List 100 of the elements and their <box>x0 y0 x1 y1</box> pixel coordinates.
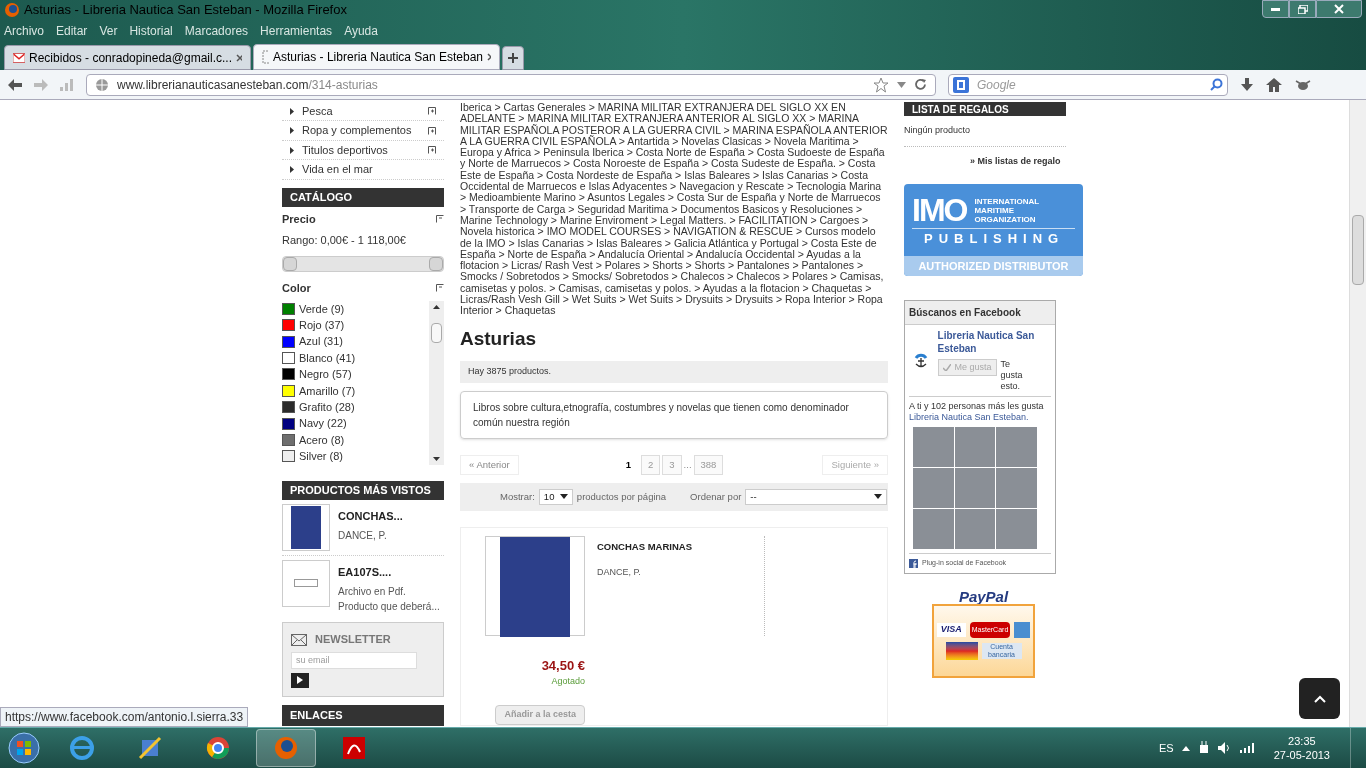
category-link[interactable]: Pesca <box>282 102 444 122</box>
menu-item[interactable]: Historial <box>129 22 173 40</box>
book-cover[interactable] <box>485 535 585 636</box>
menu-item[interactable]: Archivo <box>4 22 44 40</box>
url-host: www.librerianauticasanesteban.com <box>117 77 309 92</box>
close-button[interactable] <box>1316 0 1362 18</box>
collapse-icon[interactable] <box>436 284 444 293</box>
signal-bars-icon[interactable] <box>1239 743 1254 753</box>
facebook-logo-icon[interactable] <box>909 558 918 568</box>
previous-link[interactable]: « Anterior <box>460 454 519 475</box>
color-option[interactable]: Amarillo (7) <box>299 382 356 400</box>
menu-item[interactable]: Herramientas <box>260 22 333 40</box>
product-thumbnail[interactable] <box>282 503 330 551</box>
reload-icon[interactable] <box>914 78 927 91</box>
restore-button[interactable] <box>1289 0 1316 18</box>
search-engine-logo-icon[interactable] <box>953 76 969 93</box>
search-field[interactable]: Google <box>948 73 1228 96</box>
menu-item[interactable]: Marcadores <box>184 22 249 40</box>
triangle-icon[interactable] <box>1181 745 1190 751</box>
color-swatch[interactable] <box>282 401 295 414</box>
color-option[interactable]: Navy (22) <box>299 415 347 432</box>
sort-select[interactable]: -- <box>745 488 888 505</box>
search-icon[interactable] <box>1210 78 1223 91</box>
slider-handle[interactable] <box>429 257 443 272</box>
product-title[interactable]: EA107S.... <box>338 563 444 581</box>
download-arrow-icon[interactable] <box>1240 77 1254 92</box>
dropdown-caret-icon[interactable] <box>897 81 906 88</box>
minimize-button[interactable] <box>1262 0 1289 18</box>
color-swatch[interactable] <box>282 434 295 446</box>
show-label: Mostrar: <box>500 489 535 504</box>
home-icon[interactable] <box>1266 77 1282 92</box>
color-option[interactable]: Acero (8) <box>299 431 345 449</box>
color-swatch[interactable] <box>282 335 295 348</box>
down-arrow-icon[interactable] <box>433 456 440 461</box>
color-swatch[interactable] <box>282 319 295 332</box>
color-option[interactable]: Negro (57) <box>299 366 352 383</box>
chrome-icon <box>204 734 232 762</box>
scrollbar[interactable] <box>429 300 444 465</box>
color-option[interactable]: Azul (31) <box>299 333 344 350</box>
language-indicator[interactable]: ES <box>1159 739 1174 757</box>
star-icon[interactable] <box>873 76 889 93</box>
menu-item[interactable]: Ayuda <box>344 22 378 40</box>
menu-item[interactable]: Ver <box>99 22 118 40</box>
color-swatch[interactable] <box>282 384 295 397</box>
power-plug-icon[interactable] <box>1197 741 1210 755</box>
color-option[interactable]: Grafito (28) <box>299 399 355 416</box>
slider-handle[interactable] <box>283 257 297 272</box>
color-option[interactable]: Blanco (41) <box>299 349 356 367</box>
page-name-link[interactable]: Libreria Nautica San Esteban <box>937 329 1051 355</box>
product-title[interactable]: CONCHAS... <box>338 507 403 525</box>
photo-placeholder[interactable] <box>954 427 996 467</box>
speaker-icon[interactable] <box>1217 742 1232 754</box>
search-input[interactable]: Google <box>977 75 1202 94</box>
signal-bars-icon <box>60 78 74 91</box>
page-scrollbar[interactable] <box>1349 100 1366 727</box>
scroll-to-top-button[interactable] <box>1299 678 1340 719</box>
category-link[interactable]: Ropa y complementos <box>282 121 444 141</box>
category-link[interactable]: Titulos deportivos <box>282 140 444 161</box>
price: 34,50 € <box>541 656 585 675</box>
back-arrow-icon[interactable] <box>8 78 22 91</box>
up-arrow-icon[interactable] <box>433 304 440 309</box>
collapse-icon[interactable] <box>436 215 444 224</box>
color-swatch[interactable] <box>282 417 295 430</box>
photo-placeholder[interactable] <box>954 468 996 508</box>
page-name-link[interactable]: Libreria Nautica San Esteban. <box>909 412 1029 422</box>
price-slider[interactable] <box>282 256 444 273</box>
taskbar-app-button[interactable] <box>256 729 316 767</box>
clock-date[interactable]: 27-05-2013 <box>1273 748 1330 762</box>
photo-placeholder[interactable] <box>954 509 996 549</box>
bug-icon[interactable] <box>1294 77 1312 92</box>
email-field[interactable]: su email <box>291 651 417 669</box>
color-option[interactable]: Silver (8) <box>299 448 343 465</box>
card-logo <box>1014 622 1031 638</box>
color-swatch[interactable] <box>282 368 295 381</box>
per-page-select[interactable]: 10 <box>538 488 573 505</box>
expand-icon[interactable] <box>428 107 436 116</box>
clock-time[interactable]: 23:35 <box>1288 734 1316 748</box>
submit-button[interactable] <box>291 672 309 688</box>
product-name[interactable]: CONCHAS MARINAS <box>597 539 764 554</box>
category-link[interactable]: Vida en el mar <box>282 160 444 180</box>
browser-tab[interactable]: Asturias - Libreria Nautica San Esteban <box>253 44 500 70</box>
color-option[interactable]: Verde (9) <box>299 300 345 318</box>
product-thumbnail[interactable] <box>282 559 330 607</box>
color-swatch[interactable] <box>282 302 295 315</box>
color-swatch[interactable] <box>282 352 295 365</box>
menu-item[interactable]: Editar <box>56 22 88 40</box>
address-bar[interactable]: www.librerianauticasanesteban.com/314-asturias <box>86 73 936 96</box>
browser-tab[interactable]: Recibidos - conradopineda@gmail.c... <box>4 45 251 70</box>
pen-tool-icon <box>136 734 164 762</box>
section-header: PRODUCTOS MÁS VISTOS <box>282 480 444 500</box>
gift-lists-link[interactable]: » Mis listas de regalo <box>970 154 1061 168</box>
color-swatch[interactable] <box>282 450 295 463</box>
breadcrumb[interactable]: Iberica > Cartas Generales > MARINA MILITAR EXTRANJERA DEL SIGLO XX EN ADELANTE > MARINA MILITAR EXTRANJERA ANTERIOR AL SIGLO XX > MARINA MILITAR ESPAÑOLA POSTEROR A LA GUERRA CIVIL > MARINA ESPAÑOLA ANTERIOR A LA GUERRA CIVIL ESPAÑOLA > Antartida > Novelas Clasicas > Novela Maritima > Europa y Africa > Peninsula Iberica > Costa Norte de España > Costa Sudoeste de España y Norte de Marruecos > Costa Noroeste de España > Costa Sudeste de España. > Costa Este de España > Costa Nordeste de España > Islas Baleares > Islas Canarias > Costa Occidental de Marruecos e Islas Adyacentes > Navegacion y Rescate > Tecnologia Marina > Medioambiente Marino > Asuntos Legales > Costa Sur de España y Norte de Marruecos > Transporte de Carga > Seguridad Maritima > Documentos Basicos y Resoluciones > Marine Technology > Marine Enviroment > Legal Matters. > FACILITATION > Cargoes > Novela historica > IMO MODEL COURSES > NAVIGATION & RESCUE > Cursos modelo de la IMO > Islas Canarias > Islas Baleares > Galicia Atlántica y Portugal > Costa Este de España > Norte de España > Andalucía Oriental > Andalucía Occidental > Ayudas a la flotacion > Licras/ Rash Vest > Polares > Shorts > Shorts > Pantalones > Pantalones > Smocks / Sobretodos > Smocks/ Sobretodos > Chalecos > Chalecos > Polares > Camisas, camisetas y polos. > Camisas, camisetas y polos. > Ayudas a la flotacion > Chaquetas > Licras/Rash Vesh Gill > Wet Suits > Wet Suits > Drysuits > Drysuits > Ropa Interior > Ropa Interior > Chaquetas <box>460 102 888 317</box>
scrollbar-thumb[interactable] <box>431 322 442 343</box>
pagination-ellipsis: ... <box>683 457 692 472</box>
price-range: Rango: 0,00€ - 1 118,00€ <box>282 232 407 248</box>
expand-icon[interactable] <box>428 126 436 135</box>
new-tab-button[interactable] <box>502 46 524 70</box>
expand-icon[interactable] <box>428 146 436 155</box>
color-option[interactable]: Rojo (37) <box>299 317 345 334</box>
